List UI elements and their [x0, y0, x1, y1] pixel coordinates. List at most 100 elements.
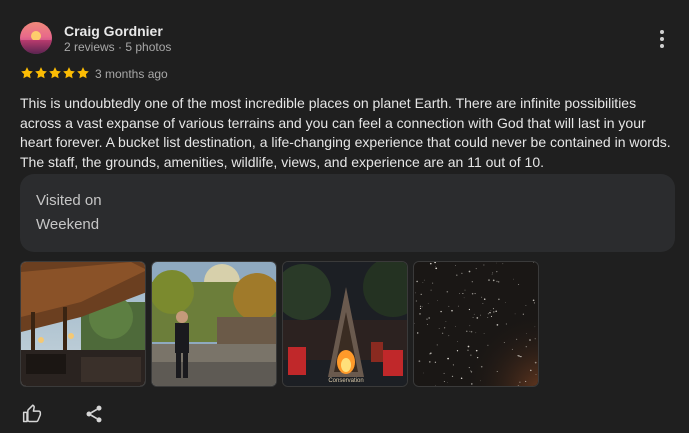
share-button[interactable] [82, 402, 106, 426]
sky-star [483, 298, 486, 300]
sky-star [469, 325, 471, 327]
sky-star [534, 326, 536, 328]
visited-info-box: Visited on Weekend [20, 174, 675, 252]
sky-star [419, 305, 421, 307]
sky-star [468, 270, 471, 273]
star-icon [49, 67, 61, 79]
sky-star [430, 289, 432, 291]
review-card: Craig Gordnier 2 reviews · 5 photos 3 mo… [0, 0, 689, 433]
sky-star [475, 268, 477, 270]
sky-star [480, 365, 483, 368]
sky-star [466, 330, 468, 332]
author-avatar[interactable] [20, 22, 52, 54]
sky-star [443, 372, 445, 374]
sky-star [435, 267, 438, 270]
more-options-button[interactable] [652, 29, 672, 49]
sky-star [514, 313, 516, 315]
sky-star [438, 328, 440, 329]
sky-star [495, 310, 497, 313]
sky-star [470, 383, 473, 385]
sky-star [448, 305, 450, 307]
sky-star [470, 370, 472, 372]
sky-star [520, 355, 522, 358]
sky-star [419, 313, 421, 315]
sky-star [437, 299, 438, 301]
star-icon [77, 67, 89, 79]
sky-star [419, 307, 422, 310]
sky-star [530, 369, 532, 372]
star-icon [63, 67, 75, 79]
review-photo-deck[interactable] [151, 261, 277, 387]
more-dot-icon [660, 37, 664, 41]
sky-star [496, 324, 499, 326]
star-icon [21, 67, 33, 79]
sky-star [525, 346, 527, 348]
sky-star [532, 299, 535, 302]
sky-star [470, 330, 473, 333]
sky-star [522, 313, 524, 315]
sky-star [471, 281, 473, 283]
sky-star [427, 302, 429, 304]
sky-star [445, 321, 447, 323]
review-photo-starry-sky[interactable] [413, 261, 539, 387]
review-photo-fire-pit[interactable]: Conservation [282, 261, 408, 387]
sky-star [421, 306, 423, 308]
sky-star [456, 274, 458, 276]
sky-star [481, 296, 483, 298]
sky-star [462, 293, 464, 294]
visited-value: Weekend [36, 216, 100, 233]
sky-star [447, 382, 448, 383]
sky-star [456, 350, 459, 352]
sky-star [416, 332, 419, 334]
sky-star [487, 344, 489, 346]
sky-star [491, 274, 493, 275]
sky-star [441, 332, 444, 334]
sky-star [503, 342, 505, 343]
review-photo-pavilion[interactable] [20, 261, 146, 387]
sky-star [498, 298, 500, 301]
sky-star [443, 381, 445, 382]
sky-star [493, 311, 495, 313]
sky-star [474, 293, 476, 295]
sky-star [415, 300, 418, 302]
sky-star [515, 338, 518, 341]
sky-star [467, 349, 469, 352]
sky-star [447, 357, 449, 360]
sky-star [533, 302, 535, 304]
sky-star [469, 330, 471, 332]
person-deck-photo-icon [152, 262, 276, 386]
thumbs-up-icon [22, 404, 42, 423]
sky-star [490, 310, 492, 311]
sky-star [426, 323, 429, 326]
sky-star [434, 361, 437, 363]
like-button[interactable] [20, 402, 44, 426]
sky-star [525, 380, 527, 382]
fire-pit-caption: Conservation [328, 378, 363, 384]
sky-star [440, 310, 442, 313]
sky-star [457, 305, 459, 307]
sky-star [448, 335, 450, 337]
sky-star [529, 339, 531, 341]
sky-star [496, 262, 497, 264]
author-meta: 2 reviews · 5 photos [64, 40, 172, 54]
sky-star [464, 289, 466, 291]
sky-star [473, 313, 475, 315]
sky-star [470, 354, 472, 356]
sky-star [480, 380, 481, 382]
sky-star [505, 323, 507, 325]
sky-star [511, 348, 513, 350]
sky-star [504, 301, 506, 303]
sky-star [451, 309, 453, 312]
pavilion-photo-icon [21, 262, 145, 386]
sky-star [463, 297, 465, 299]
author-name[interactable]: Craig Gordnier [64, 23, 163, 39]
sky-star [534, 361, 537, 364]
sky-star [517, 385, 520, 386]
sky-star [487, 313, 489, 315]
sky-star [468, 367, 470, 369]
sky-star [482, 303, 484, 304]
sky-star [415, 292, 417, 294]
star-rating [20, 66, 90, 82]
sky-star [430, 262, 432, 265]
sky-star [461, 272, 463, 275]
